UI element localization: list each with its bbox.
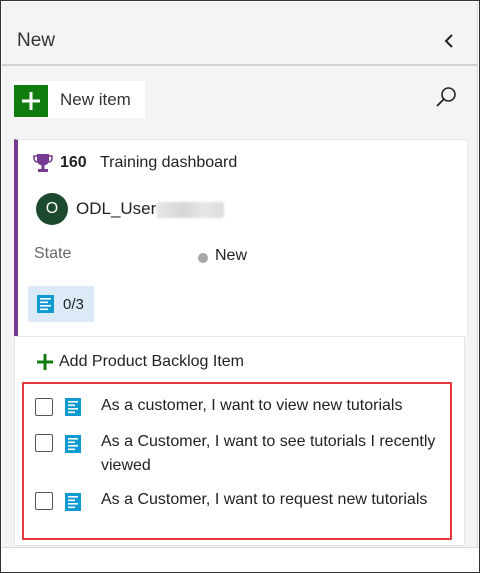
- state-dot-icon: [198, 253, 208, 263]
- work-item-card[interactable]: 160 Training dashboard O ODL_User State …: [14, 139, 468, 337]
- task-row: As a customer, I want to view new tutori…: [24, 384, 450, 430]
- avatar[interactable]: O: [36, 193, 68, 225]
- chevron-left-icon: [444, 34, 453, 48]
- state-label: State: [34, 245, 72, 262]
- new-item-button[interactable]: New item: [14, 81, 145, 118]
- column-title: New: [17, 30, 56, 51]
- search-button[interactable]: [433, 84, 459, 110]
- collapse-column-button[interactable]: [437, 29, 461, 53]
- task-list-highlight: As a customer, I want to view new tutori…: [22, 382, 452, 540]
- trophy-icon: [33, 154, 53, 172]
- task-row: As a Customer, I want to request new tut…: [24, 488, 450, 536]
- task-checkbox[interactable]: [35, 398, 53, 416]
- plus-icon: [14, 85, 48, 117]
- child-count-text: 0/3: [63, 296, 84, 313]
- work-item-id: 160: [60, 154, 87, 171]
- child-items-toggle[interactable]: 0/3: [28, 286, 94, 322]
- task-checkbox[interactable]: [35, 434, 53, 452]
- assignee-name[interactable]: ODL_User: [76, 199, 156, 219]
- task-title[interactable]: As a Customer, I want to request new tut…: [101, 488, 447, 512]
- board-column-new: New New item 160 Training dashboard O OD…: [2, 2, 478, 548]
- work-item-title[interactable]: Training dashboard: [100, 154, 237, 172]
- new-item-label: New item: [60, 90, 131, 109]
- task-row: As a Customer, I want to see tutorials I…: [24, 430, 450, 488]
- add-pbi-label: Add Product Backlog Item: [59, 353, 244, 370]
- state-value[interactable]: New: [215, 247, 247, 265]
- backlog-item-icon: [65, 493, 81, 511]
- task-list-icon: [37, 295, 54, 313]
- task-checkbox[interactable]: [35, 492, 53, 510]
- backlog-item-icon: [65, 435, 81, 453]
- column-header: New: [2, 2, 477, 66]
- search-icon: [436, 87, 456, 107]
- backlog-item-icon: [65, 398, 81, 416]
- task-title[interactable]: As a customer, I want to view new tutori…: [101, 394, 447, 418]
- avatar-initial: O: [45, 200, 59, 217]
- board-frame: New New item 160 Training dashboard O OD…: [0, 0, 480, 573]
- task-title[interactable]: As a Customer, I want to see tutorials I…: [101, 430, 447, 478]
- plus-icon: [37, 354, 53, 370]
- redacted-name-blur: [156, 202, 224, 218]
